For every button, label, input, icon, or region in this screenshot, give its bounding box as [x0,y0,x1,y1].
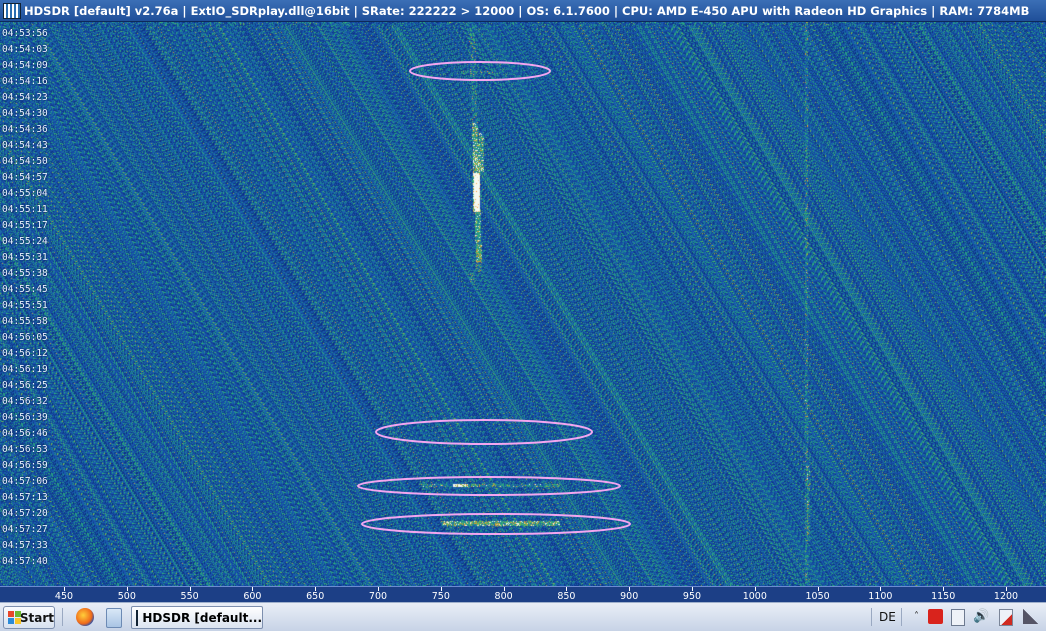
time-label: 04:57:13 [2,492,48,503]
windows-taskbar: Start HDSDR [default... DE ˄ 🔊 [0,602,1046,631]
avira-icon[interactable] [928,609,943,624]
time-label: 04:54:30 [2,108,48,119]
taskbar-item-hdsdr[interactable]: HDSDR [default... [131,606,263,629]
time-label: 04:55:04 [2,188,48,199]
time-label: 04:55:17 [2,220,48,231]
taskbar-item-label: HDSDR [default... [142,610,262,625]
time-label: 04:56:39 [2,412,48,423]
frequency-label: 450 [54,591,74,602]
taskbar-separator [62,608,63,626]
time-label: 04:56:25 [2,380,48,391]
time-label: 04:57:27 [2,524,48,535]
frequency-label: 750 [431,591,450,602]
tray-separator [901,608,902,626]
time-label: 04:54:09 [2,60,48,71]
time-label: 04:56:32 [2,396,48,407]
time-label: 04:56:53 [2,444,48,455]
time-label: 04:55:11 [2,204,48,215]
frequency-label: 950 [682,591,702,602]
frequency-label: 500 [117,591,136,602]
signal-highlight-ellipse [357,476,621,496]
frequency-axis[interactable]: 450 500 550 600 650 700 750 800 850 900 950 1000 105… [0,586,1046,603]
time-label: 04:56:19 [2,364,48,375]
frequency-label: 700 [368,591,388,602]
time-label: 04:55:51 [2,300,48,311]
firefox-icon[interactable] [76,608,94,626]
time-label: 04:54:43 [2,140,48,151]
time-label: 04:54:57 [2,172,48,183]
notepad-icon[interactable] [106,608,122,628]
time-label: 04:54:50 [2,156,48,167]
frequency-label: 550 [180,591,199,602]
hdsdr-icon [136,609,139,626]
time-label: 04:56:12 [2,348,48,359]
time-label: 04:55:38 [2,268,48,279]
hdsdr-app-icon [3,2,21,19]
window-title: HDSDR [default] v2.76a | ExtIO_SDRplay.d… [24,3,1030,18]
time-label: 04:55:58 [2,316,48,327]
time-label: 04:56:05 [2,332,48,343]
signal-highlight-ellipse [409,61,551,81]
signal-highlight-ellipse [361,513,631,535]
time-label: 04:55:31 [2,252,48,263]
time-label: 04:54:16 [2,76,48,87]
frequency-label: 800 [494,591,513,602]
time-label: 04:53:56 [2,28,48,39]
tray-separator [871,608,872,626]
frequency-label: 900 [620,591,639,602]
action-center-icon[interactable] [999,609,1013,626]
frequency-label: 650 [306,591,325,602]
signal-highlight-overlay [357,61,631,535]
time-axis: 04:53:56 04:54:03 04:54:09 04:54:16 04:54:23… [0,22,60,586]
time-label: 04:57:20 [2,508,48,519]
time-label: 04:54:36 [2,124,48,135]
time-label: 04:57:40 [2,556,48,567]
system-tray: DE ˄ 🔊 [871,603,1046,631]
volume-icon[interactable]: 🔊 [973,609,989,624]
frequency-label: 850 [557,591,576,602]
waterfall-display[interactable]: 04:53:56 04:54:03 04:54:09 04:54:16 04:54:23… [0,22,1046,586]
signal-highlight-ellipse [375,419,593,445]
frequency-label: 1150 [931,591,956,602]
frequency-label: 1050 [805,591,830,602]
signal-icon[interactable] [1023,609,1038,624]
start-button[interactable]: Start [3,606,55,629]
network-icon[interactable] [951,609,965,626]
windows-logo-icon [8,610,21,625]
time-label: 04:56:46 [2,428,48,439]
time-label: 04:54:03 [2,44,48,55]
time-label: 04:56:59 [2,460,48,471]
time-label: 04:55:24 [2,236,48,247]
show-hidden-icons-icon[interactable]: ˄ [909,609,924,624]
window-title-bar[interactable]: HDSDR [default] v2.76a | ExtIO_SDRplay.d… [0,0,1046,22]
start-label: Start [19,610,54,625]
time-label: 04:55:45 [2,284,48,295]
frequency-label: 1200 [993,591,1019,602]
frequency-label: 1000 [742,591,767,602]
frequency-label: 1100 [868,591,893,602]
time-label: 04:54:23 [2,92,48,103]
language-indicator[interactable]: DE [879,610,896,624]
frequency-label: 600 [243,591,262,602]
time-label: 04:57:06 [2,476,48,487]
time-label: 04:57:33 [2,540,48,551]
